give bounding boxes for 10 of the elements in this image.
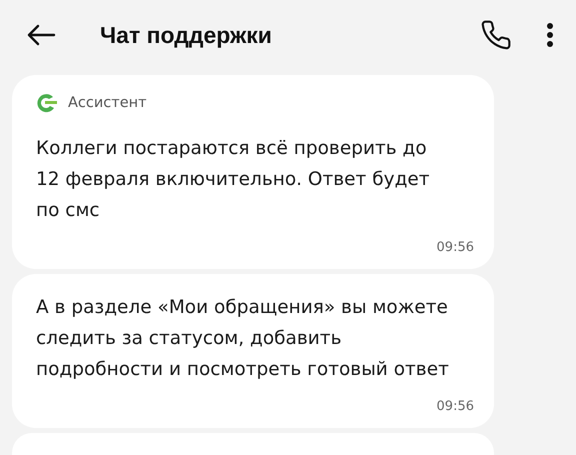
phone-icon[interactable] xyxy=(480,19,512,51)
more-icon[interactable] xyxy=(546,22,554,48)
message-text: А в разделе «Мои обращения» вы можете следить за статусом, добавить подробности и посмотреть готовый ответ xyxy=(36,296,450,382)
message-text: Коллеги постараются всё проверить до 12 февраля включительно. Ответ будет по смс xyxy=(36,137,431,223)
message-time: 09:56 xyxy=(436,399,474,414)
chat-title: Чат поддержки xyxy=(100,22,273,48)
message-time: 09:56 xyxy=(436,240,474,255)
back-icon[interactable] xyxy=(26,24,56,46)
sender-name: Ассистент xyxy=(68,95,147,111)
logo-icon xyxy=(36,93,58,113)
